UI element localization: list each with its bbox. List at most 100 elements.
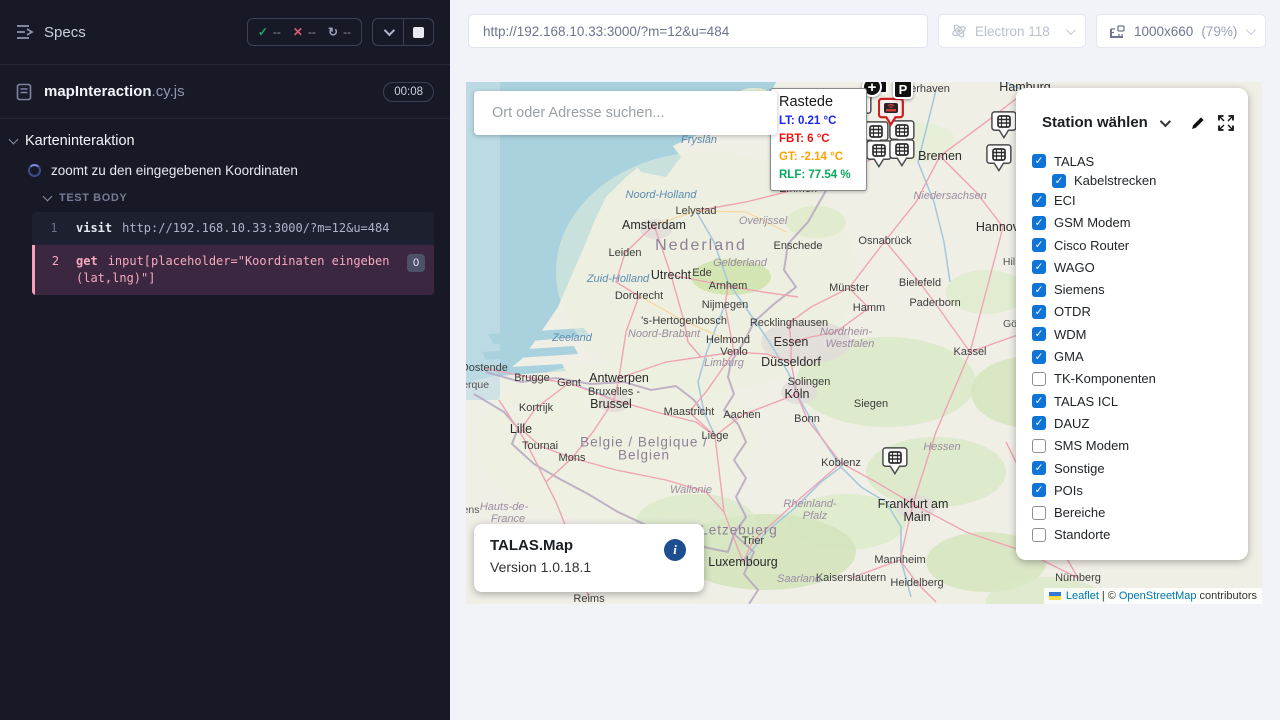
specs-title: Specs [44,24,86,41]
chevron-down-icon [1066,25,1076,35]
station-filter-sms-modem[interactable]: SMS Modem [1032,435,1240,457]
station-filter-tk-komponenten[interactable]: TK-Komponenten [1032,368,1240,390]
panel-title: Station wählen [1042,114,1148,131]
checkbox-icon[interactable]: ✓ [1032,483,1046,497]
checkbox-icon[interactable]: ✓ [1032,260,1046,274]
leaflet-link[interactable]: Leaflet [1066,590,1099,602]
info-icon[interactable]: i [664,539,686,561]
map-attribution: Leaflet | © OpenStreetMap contributors [1044,588,1262,604]
station-filter-siemens[interactable]: ✓ Siemens [1032,278,1240,300]
test-title-row[interactable]: zoomt zu den eingegebenen Koordinaten [0,149,450,178]
checkbox-icon[interactable] [1032,439,1046,453]
checkbox-icon[interactable]: ✓ [1032,193,1046,207]
electron-icon [951,23,967,39]
checkbox-icon[interactable] [1032,528,1046,542]
stat-pending: ↻-- [328,25,351,39]
red-pin-marker[interactable] [878,97,904,134]
station-tooltip: Rastede LT: 0.21 °CFBT: 6 °CGT: -2.14 °C… [770,88,867,191]
station-pin-marker[interactable] [986,143,1012,180]
command-row-visit[interactable]: 1 visithttp://192.168.10.33:3000/?m=12&u… [32,212,434,245]
checkbox-icon[interactable]: ✓ [1032,350,1046,364]
station-pin-marker[interactable] [889,138,915,175]
checkbox-icon[interactable]: ✓ [1052,174,1066,188]
station-filter-gma[interactable]: ✓GMA [1032,345,1240,367]
station-filter-pois[interactable]: ✓POIs [1032,479,1240,501]
checkbox-label: OTDR [1054,304,1091,319]
viewport-select[interactable]: 1000x660 (79%) [1096,14,1266,48]
checkbox-icon[interactable]: ✓ [1032,461,1046,475]
tooltip-measurement: GT: -2.14 °C [779,148,858,166]
checkbox-label: SMS Modem [1054,438,1129,453]
checkbox-label: WAGO [1054,260,1095,275]
station-filter-sonstige[interactable]: ✓ Sonstige [1032,457,1240,479]
checkbox-label: GSM Modem [1054,215,1131,230]
station-filter-dauz[interactable]: ✓ DAUZ [1032,412,1240,434]
expand-icon[interactable] [1218,115,1234,131]
spec-file-row[interactable]: mapInteraction.cy.js 00:08 [0,65,450,118]
test-body-toggle[interactable]: TEST BODY [0,178,450,206]
checkbox-icon[interactable]: ✓ [1032,216,1046,230]
aut-url-bar[interactable]: http://192.168.10.33:3000/?m=12&u=484 [468,14,928,48]
station-list: ✓TALAS✓Kabelstrecken✓ECI✓GSM Modem✓Cisco… [1032,150,1240,546]
station-filter-gsm-modem[interactable]: ✓ GSM Modem [1032,212,1240,234]
ukraine-flag-icon [1049,592,1061,600]
checkbox-icon[interactable]: ✓ [1032,394,1046,408]
stat-failed: ✕-- [293,25,316,39]
map-search-box[interactable] [474,91,777,135]
edit-pencil-icon[interactable] [1190,115,1206,131]
p-marker-marker[interactable]: P [893,82,913,99]
checkbox-label: TALAS [1054,154,1094,169]
checkbox-label: TK-Komponenten [1054,371,1156,386]
station-filter-eci[interactable]: ✓ECI [1032,189,1240,211]
browser-select[interactable]: Electron 118 [938,14,1086,48]
station-filter-standorte[interactable]: Standorte [1032,524,1240,546]
checkbox-label: Kabelstrecken [1074,173,1156,188]
station-filter-talas[interactable]: ✓ TALAS [1032,150,1240,172]
specs-menu-icon[interactable] [16,24,34,40]
station-filter-talas-icl[interactable]: ✓ TALAS ICL [1032,390,1240,412]
checkbox-icon[interactable]: ✓ [1032,305,1046,319]
element-count-badge: 0 [407,254,425,272]
collapse-button[interactable] [373,18,403,46]
map-canvas[interactable]: HamburgerhavenBremenNiedersachsenHannove… [466,82,1262,604]
osm-link[interactable]: OpenStreetMap [1119,590,1197,602]
checkbox-label: TALAS ICL [1054,394,1118,409]
x-icon: ✕ [293,25,303,39]
station-pin-marker[interactable] [882,446,908,483]
checkbox-icon[interactable] [1032,506,1046,520]
stat-passed: ✓-- [258,25,281,39]
tooltip-measurement: FBT: 6 °C [779,130,858,148]
checkbox-icon[interactable]: ✓ [1032,416,1046,430]
checkbox-icon[interactable]: ✓ [1032,283,1046,297]
version-box: TALAS.Map Version 1.0.18.1 i [474,524,704,592]
cypress-reporter: Specs ✓-- ✕-- ↻-- mapInteraction.cy.js 0… [0,0,450,720]
checkbox-label: Cisco Router [1054,238,1129,253]
ruler-icon [1109,24,1126,39]
search-input[interactable] [492,105,759,121]
station-filter-bereiche[interactable]: Bereiche [1032,501,1240,523]
chevron-down-icon [384,25,395,36]
specs-header: Specs ✓-- ✕-- ↻-- [0,0,450,64]
refresh-icon: ↻ [328,25,338,39]
station-filter-cisco-router[interactable]: ✓ Cisco Router [1032,234,1240,256]
checkbox-icon[interactable]: ✓ [1032,327,1046,341]
checkbox-label: Siemens [1054,282,1105,297]
suite-karteninteraktion[interactable]: Karteninteraktion [0,119,450,149]
app-version: Version 1.0.18.1 [490,559,688,575]
checkbox-icon[interactable]: ✓ [1032,154,1046,168]
station-filter-wdm[interactable]: ✓WDM [1032,323,1240,345]
tooltip-measurement: LT: 0.21 °C [779,112,858,130]
station-filter-kabelstrecken[interactable]: ✓ Kabelstrecken [1052,172,1240,189]
checkbox-label: Sonstige [1054,461,1105,476]
chevron-down-icon [1246,25,1256,35]
checkbox-label: DAUZ [1054,416,1089,431]
running-spinner-icon [28,164,41,177]
command-row-get[interactable]: 2 getinput[placeholder="Koordinaten eing… [32,245,434,295]
station-pin-marker[interactable] [991,110,1017,147]
stop-button[interactable] [403,18,433,46]
station-filter-otdr[interactable]: ✓ OTDR [1032,301,1240,323]
chevron-down-icon[interactable] [1160,115,1171,126]
checkbox-icon[interactable] [1032,372,1046,386]
checkbox-icon[interactable]: ✓ [1032,238,1046,252]
station-filter-wago[interactable]: ✓ WAGO [1032,256,1240,278]
